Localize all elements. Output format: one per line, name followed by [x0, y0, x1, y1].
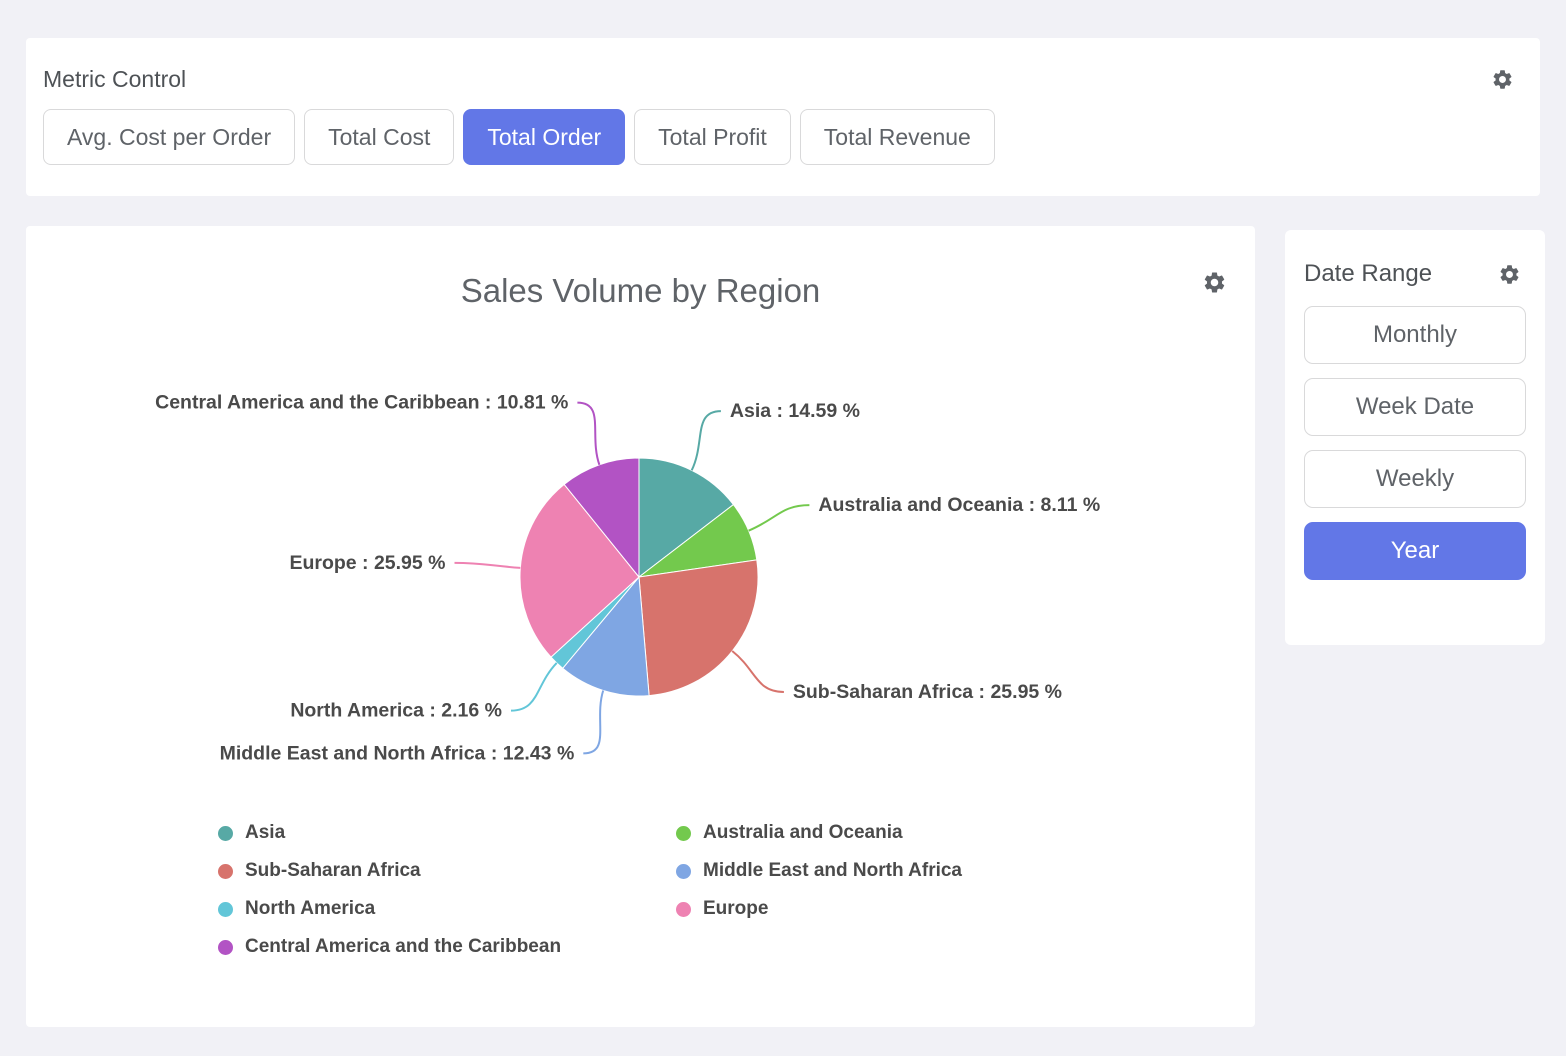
legend-label: Europe [703, 898, 768, 920]
sales-volume-chart-panel: Sales Volume by Region Asia : 14.59 % Aus… [26, 226, 1255, 1027]
pie-label-north-america: North America : 2.16 % [290, 700, 502, 722]
metric-button-group: Avg. Cost per OrderTotal CostTotal Order… [26, 93, 1540, 165]
legend-dot-icon [218, 864, 233, 879]
pie-label-sub-saharan-africa: Sub-Saharan Africa : 25.95 % [793, 681, 1062, 703]
date-range-button-group: Monthly Week Date Weekly Year [1285, 288, 1545, 580]
pie-label-central-america-and-the-caribbean: Central America and the Caribbean : 10.8… [155, 392, 568, 414]
legend-item-middle-east-and-north-africa[interactable]: Middle East and North Africa [676, 852, 1134, 890]
legend-item-central-america-and-the-caribbean[interactable]: Central America and the Caribbean [218, 928, 676, 966]
gear-icon[interactable] [1202, 270, 1227, 295]
date-range-button-monthly[interactable]: Monthly [1304, 306, 1526, 364]
legend-label: Asia [245, 822, 285, 844]
date-range-button-weekly[interactable]: Weekly [1304, 450, 1526, 508]
pie-chart: Asia : 14.59 % Australia and Oceania : 8.… [26, 366, 1255, 816]
legend-item-australia-and-oceania[interactable]: Australia and Oceania [676, 814, 1134, 852]
date-range-button-year[interactable]: Year [1304, 522, 1526, 580]
legend-dot-icon [676, 826, 691, 841]
legend-item-sub-saharan-africa[interactable]: Sub-Saharan Africa [218, 852, 676, 890]
date-range-panel: Date Range Monthly Week Date Weekly Year [1285, 230, 1545, 645]
metric-button-total-cost[interactable]: Total Cost [304, 109, 454, 165]
legend-dot-icon [218, 826, 233, 841]
pie-label-line-sub-saharan-africa [732, 651, 784, 692]
pie-label-line-europe [455, 563, 521, 568]
metric-button-total-order[interactable]: Total Order [463, 109, 625, 165]
legend-label: Sub-Saharan Africa [245, 860, 421, 882]
dashboard-page: Metric Control Avg. Cost per OrderTotal … [0, 0, 1566, 1056]
chart-legend: Asia Australia and Oceania Sub-Saharan Afr… [218, 814, 1134, 966]
pie-label-line-central-america-and-the-caribbean [577, 403, 599, 465]
legend-label: Central America and the Caribbean [245, 936, 561, 958]
legend-item-europe[interactable]: Europe [676, 890, 1134, 928]
legend-dot-icon [218, 902, 233, 917]
pie-label-australia-and-oceania: Australia and Oceania : 8.11 % [818, 494, 1100, 516]
date-range-header: Date Range [1285, 230, 1545, 288]
pie-label-line-asia [692, 411, 721, 470]
metric-button-avg-cost-per-order[interactable]: Avg. Cost per Order [43, 109, 295, 165]
legend-label: Middle East and North Africa [703, 860, 962, 882]
pie-label-line-middle-east-and-north-africa [583, 691, 603, 754]
pie-label-asia: Asia : 14.59 % [730, 400, 860, 422]
legend-label: North America [245, 898, 375, 920]
legend-dot-icon [676, 864, 691, 879]
metric-control-panel: Metric Control Avg. Cost per OrderTotal … [26, 38, 1540, 196]
gear-icon[interactable] [1491, 68, 1514, 91]
date-range-title: Date Range [1304, 260, 1432, 288]
gear-icon[interactable] [1498, 263, 1521, 286]
legend-label: Australia and Oceania [703, 822, 903, 844]
metric-button-total-revenue[interactable]: Total Revenue [800, 109, 995, 165]
metric-control-title: Metric Control [43, 66, 186, 93]
chart-title: Sales Volume by Region [26, 272, 1255, 310]
pie-slice-sub-saharan-africa[interactable] [639, 560, 758, 696]
metric-button-total-profit[interactable]: Total Profit [634, 109, 791, 165]
pie-label-line-australia-and-oceania [749, 505, 810, 531]
legend-item-north-america[interactable]: North America [218, 890, 676, 928]
legend-item-asia[interactable]: Asia [218, 814, 676, 852]
legend-dot-icon [676, 902, 691, 917]
legend-dot-icon [218, 940, 233, 955]
pie-label-europe: Europe : 25.95 % [289, 552, 445, 574]
pie-label-middle-east-and-north-africa: Middle East and North Africa : 12.43 % [220, 742, 575, 764]
pie-label-line-north-america [511, 663, 557, 711]
metric-control-header: Metric Control [26, 38, 1540, 93]
date-range-button-week-date[interactable]: Week Date [1304, 378, 1526, 436]
